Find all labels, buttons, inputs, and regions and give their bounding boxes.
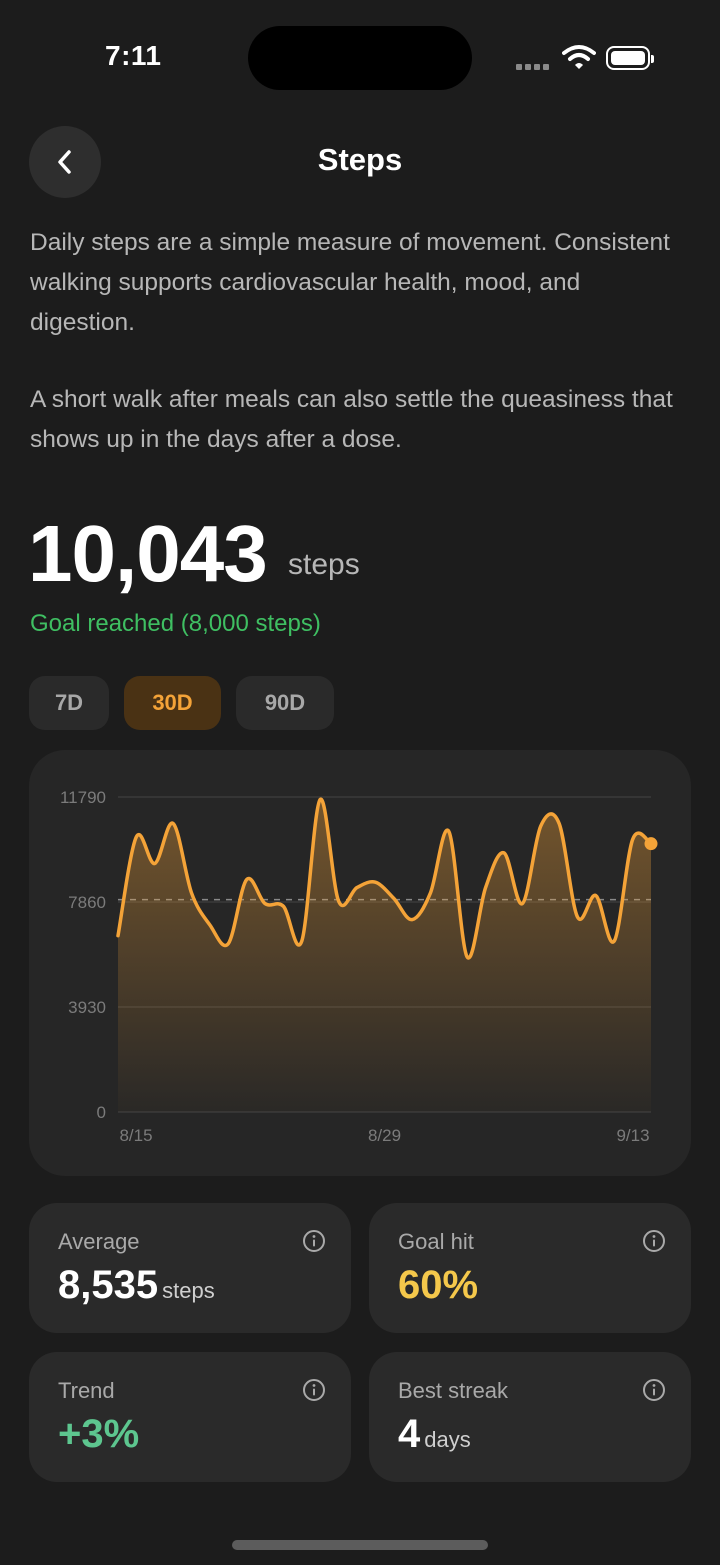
stat-unit: steps <box>162 1278 215 1303</box>
x-tick-label: 8/29 <box>368 1126 401 1145</box>
info-icon[interactable] <box>302 1229 326 1253</box>
x-tick-label: 8/15 <box>119 1126 152 1145</box>
stat-unit: days <box>424 1427 471 1452</box>
stat-label: Best streak <box>398 1378 509 1403</box>
description-paragraph: Daily steps are a simple measure of move… <box>30 229 670 336</box>
average-card[interactable]: Average 8,535 steps <box>29 1203 351 1333</box>
steps-chart: 11790 7860 3930 0 8/15 8/29 9/13 <box>29 750 691 1176</box>
stat-value: +3% <box>58 1412 143 1457</box>
status-time: 7:11 <box>105 40 162 71</box>
tab-7d[interactable]: 7D <box>29 676 109 730</box>
info-icon[interactable] <box>642 1229 666 1253</box>
wifi-icon <box>562 45 596 69</box>
steps-chart-svg: 11790 7860 3930 0 8/15 8/29 9/13 <box>60 788 658 1145</box>
goal-status-text: Goal reached (8,000 steps) <box>30 610 321 637</box>
steps-area <box>118 799 651 1112</box>
stat-value: 60% <box>398 1263 482 1308</box>
stat-label: Goal hit <box>398 1229 474 1254</box>
cellular-signal-icon <box>516 64 549 70</box>
stat-value: 4 days <box>398 1412 471 1457</box>
stat-number: 60% <box>398 1263 479 1307</box>
y-tick-label: 11790 <box>60 788 106 807</box>
today-steps-value: 10,043 <box>28 509 268 598</box>
tab-90d[interactable]: 90D <box>236 676 334 730</box>
y-tick-label: 3930 <box>68 998 106 1017</box>
latest-point <box>644 837 658 851</box>
stat-label: Average <box>58 1229 140 1254</box>
info-icon[interactable] <box>302 1378 326 1402</box>
y-tick-label: 7860 <box>68 893 106 912</box>
stat-label: Trend <box>58 1378 115 1403</box>
battery-icon <box>606 46 654 70</box>
x-tick-label: 9/13 <box>616 1126 649 1145</box>
stat-number: +3% <box>58 1412 140 1456</box>
stat-value: 8,535 steps <box>58 1263 215 1308</box>
stat-number: 8,535 <box>58 1263 159 1307</box>
range-tabs: 7D 30D 90D <box>29 676 334 730</box>
trend-card[interactable]: Trend +3% <box>29 1352 351 1482</box>
page-title: Steps <box>317 142 403 177</box>
today-steps-unit: steps <box>288 548 360 581</box>
goal-hit-card[interactable]: Goal hit 60% <box>369 1203 691 1333</box>
best-streak-card[interactable]: Best streak 4 days <box>369 1352 691 1482</box>
description-paragraph: A short walk after meals can also settle… <box>30 386 673 453</box>
y-tick-label: 0 <box>97 1103 106 1122</box>
dynamic-island <box>248 26 472 90</box>
home-indicator <box>232 1540 488 1550</box>
tab-30d[interactable]: 30D <box>124 676 221 730</box>
stat-number: 4 <box>398 1412 421 1456</box>
info-icon[interactable] <box>642 1378 666 1402</box>
